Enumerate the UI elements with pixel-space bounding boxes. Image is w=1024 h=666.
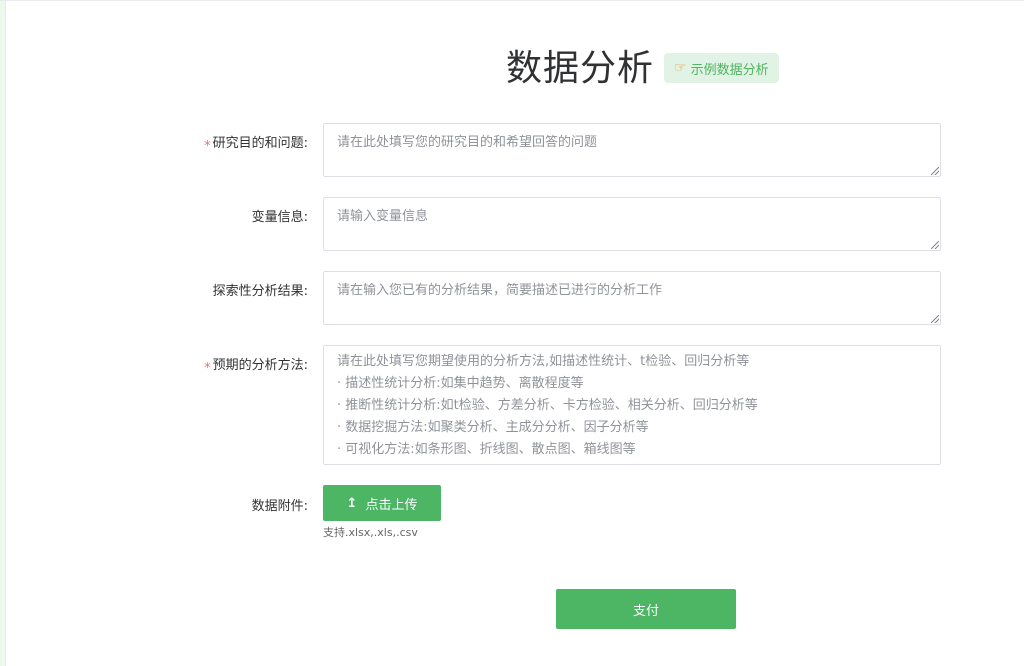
exploratory-placeholder: 请在输入您已有的分析结果，简要描述已进行的分析工作 (337, 283, 663, 298)
methods-textarea[interactable]: 请在此处填写您期望使用的分析方法,如描述性统计、t检验、回归分析等 · 描述性统… (323, 345, 941, 465)
exploratory-textarea[interactable]: 请在输入您已有的分析结果，简要描述已进行的分析工作 (323, 271, 941, 325)
upload-hint: 支持.xlsx,.xls,.csv (323, 526, 418, 539)
variables-textarea[interactable]: 请输入变量信息 (323, 197, 941, 251)
example-analysis-button[interactable]: ☞ 示例数据分析 (664, 53, 779, 83)
methods-placeholder-line: · 描述性统计分析:如集中趋势、离散程度等 (337, 376, 584, 391)
research-placeholder: 请在此处填写您的研究目的和希望回答的问题 (337, 135, 598, 150)
methods-placeholder-line: · 推断性统计分析:如t检验、方差分析、卡方检验、相关分析、回归分析等 (337, 398, 758, 413)
variables-label: 变量信息: (251, 210, 308, 225)
resize-handle[interactable] (931, 315, 939, 323)
example-analysis-label: 示例数据分析 (690, 62, 769, 78)
exploratory-label: 探索性分析结果: (212, 284, 308, 299)
research-label-text: 研究目的和问题: (212, 136, 308, 151)
required-marker: * (204, 139, 211, 154)
page: 数据分析 ☞ 示例数据分析 * 研究目的和问题: 请在此处填写您的研究目的和希望回… (0, 0, 1024, 666)
research-textarea[interactable]: 请在此处填写您的研究目的和希望回答的问题 (323, 123, 941, 177)
upload-icon: ↥ (346, 495, 358, 511)
methods-placeholder-line: · 数据挖掘方法:如聚类分析、主成分分析、因子分析等 (337, 420, 649, 435)
pointing-hand-icon: ☞ (674, 60, 687, 76)
methods-placeholder-line: · 可视化方法:如条形图、折线图、散点图、箱线图等 (337, 442, 636, 457)
variables-placeholder: 请输入变量信息 (337, 209, 429, 224)
required-marker: * (204, 361, 211, 376)
methods-label: * 预期的分析方法: (204, 354, 308, 376)
header: 数据分析 ☞ 示例数据分析 (506, 39, 779, 91)
methods-placeholder-line: 请在此处填写您期望使用的分析方法,如描述性统计、t检验、回归分析等 (337, 354, 750, 369)
attachment-label: 数据附件: (251, 499, 308, 514)
methods-placeholder: 请在此处填写您期望使用的分析方法,如描述性统计、t检验、回归分析等 · 描述性统… (337, 351, 758, 461)
upload-button[interactable]: ↥ 点击上传 (323, 485, 441, 521)
methods-label-text: 预期的分析方法: (212, 358, 308, 373)
page-title: 数据分析 (506, 48, 655, 89)
resize-handle[interactable] (931, 241, 939, 249)
pay-button[interactable]: 支付 (556, 589, 736, 629)
upload-label: 点击上传 (365, 497, 418, 513)
left-sidebar-edge (0, 1, 6, 666)
research-label: * 研究目的和问题: (204, 132, 308, 154)
resize-handle[interactable] (931, 167, 939, 175)
